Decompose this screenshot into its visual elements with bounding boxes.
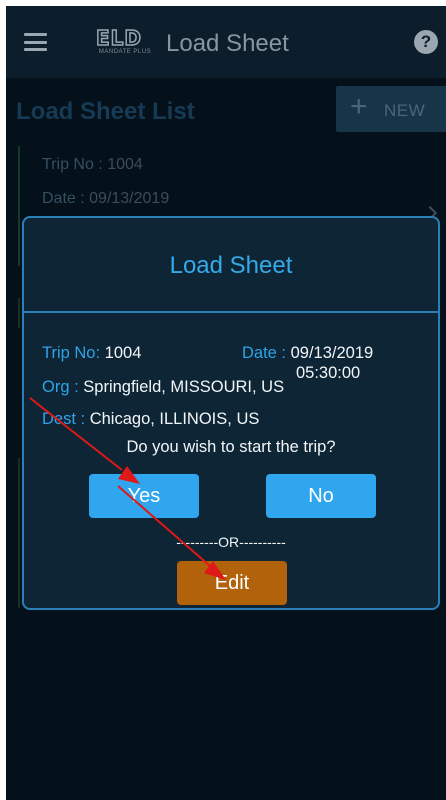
hamburger-menu-icon[interactable] xyxy=(24,33,47,51)
app-bar: ELD MANDATE PLUS Load Sheet ? xyxy=(6,6,446,78)
card-trip-row: Trip No : 1004 xyxy=(42,156,143,174)
app-title: Load Sheet xyxy=(166,30,289,57)
or-separator: ---------OR---------- xyxy=(176,534,286,550)
date-value: 09/13/2019 xyxy=(290,344,374,362)
logo-text: ELD xyxy=(95,26,143,50)
trip-label: Trip No: xyxy=(42,344,101,362)
new-button[interactable]: + NEW xyxy=(336,86,446,132)
plus-icon: + xyxy=(350,90,368,123)
new-button-label: NEW xyxy=(384,101,426,120)
destination-value: Chicago, ILLINOIS, US xyxy=(89,410,260,428)
help-icon[interactable]: ? xyxy=(414,30,438,54)
date-label: Date : xyxy=(242,344,287,362)
card-trip-label: Trip No : xyxy=(42,156,103,173)
card-trip-value: 1004 xyxy=(107,156,143,173)
date-field: Date : 09/13/2019 xyxy=(242,344,373,363)
load-sheet-dialog: Load Sheet Trip No: 1004 Date : 09/13/20… xyxy=(22,216,440,610)
origin-value: Springfield, MISSOURI, US xyxy=(83,378,285,396)
page-title: Load Sheet List xyxy=(16,98,195,125)
eld-logo: ELD MANDATE PLUS xyxy=(95,26,160,58)
no-button[interactable]: No xyxy=(266,474,376,518)
yes-button[interactable]: Yes xyxy=(89,474,199,518)
card-date-value: 09/13/2019 xyxy=(89,190,170,207)
start-trip-question: Do you wish to start the trip? xyxy=(126,438,336,456)
dialog-title: Load Sheet xyxy=(169,252,293,279)
card-date-label: Date : xyxy=(42,190,85,207)
trip-value: 1004 xyxy=(104,344,142,362)
dialog-divider xyxy=(24,311,438,313)
origin-label: Org : xyxy=(42,378,79,396)
destination-field: Dest : Chicago, ILLINOIS, US xyxy=(42,410,259,429)
origin-field: Org : Springfield, MISSOURI, US xyxy=(42,378,284,397)
trip-field: Trip No: 1004 xyxy=(42,344,141,363)
logo-subtext: MANDATE PLUS xyxy=(98,49,152,55)
card-accent-line xyxy=(18,458,20,608)
destination-label: Dest : xyxy=(42,410,86,428)
app-screen: ELD MANDATE PLUS Load Sheet ? Load Sheet… xyxy=(6,6,446,800)
time-value: 05:30:00 xyxy=(296,364,361,382)
edit-button[interactable]: Edit xyxy=(177,561,287,605)
card-accent-line xyxy=(18,298,20,328)
card-date-row: Date : 09/13/2019 xyxy=(42,190,169,208)
